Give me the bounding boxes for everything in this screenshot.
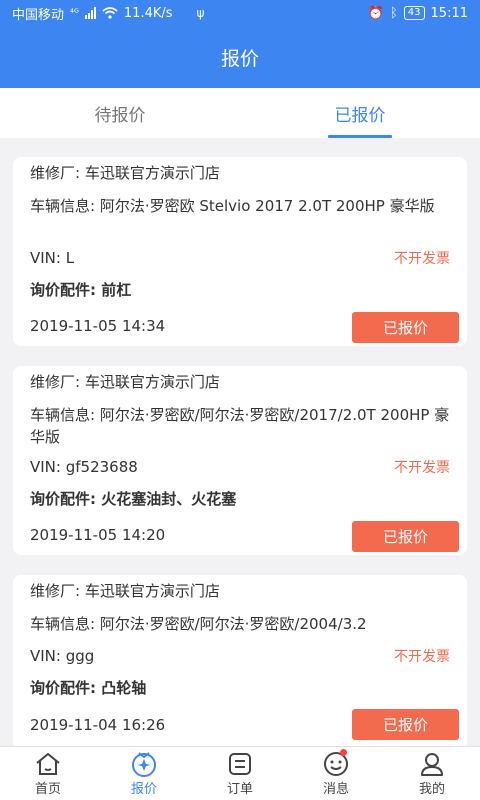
quote-card[interactable]: 维修厂: 车迅联官方演示门店 车辆信息: 阿尔法·罗密欧/阿尔法·罗密欧/201…	[13, 366, 467, 555]
vehicle-info: 车辆信息: 阿尔法·罗密欧/阿尔法·罗密欧/2004/3.2	[30, 615, 367, 633]
invoice-status: 不开发票	[394, 649, 450, 665]
nav-quote-label: 报价	[130, 782, 157, 797]
alarm-icon: ⏰	[367, 5, 384, 21]
clock: 15:11	[430, 5, 468, 21]
vin-number: VIN: L	[30, 249, 75, 267]
home-icon	[34, 750, 62, 778]
network-type: ⁴ᴳ	[70, 7, 79, 19]
vehicle-info: 车辆信息: 阿尔法·罗密欧/阿尔法·罗密欧/2017/2.0T 200HP 豪华…	[30, 406, 450, 446]
nav-message-label: 消息	[322, 782, 349, 797]
vin-number: VIN: ggg	[30, 647, 95, 665]
bottom-nav: 首页 报价 订单 消息 我的	[0, 746, 480, 800]
wifi-icon	[102, 7, 118, 19]
shop-name: 维修厂: 车迅联官方演示门店	[30, 164, 220, 182]
quote-list[interactable]: 维修厂: 车迅联官方演示门店 车辆信息: 阿尔法·罗密欧 Stelvio 201…	[0, 138, 480, 746]
net-speed: 11.4K/s	[123, 5, 173, 21]
nav-home[interactable]: 首页	[0, 747, 96, 800]
inquiry-parts: 询价配件: 凸轮轴	[30, 679, 147, 697]
unread-dot	[340, 749, 347, 756]
inquiry-parts: 询价配件: 前杠	[30, 281, 132, 299]
page-title: 报价	[220, 47, 259, 70]
title-bar: 报价	[0, 26, 480, 88]
nav-profile[interactable]: 我的	[384, 747, 480, 800]
quote-icon	[130, 750, 158, 778]
quoted-button[interactable]: 已报价	[352, 709, 459, 740]
nav-profile-label: 我的	[418, 782, 445, 797]
usb-icon: ψ	[196, 6, 205, 20]
nav-home-label: 首页	[34, 782, 61, 797]
status-bar: 中国移动 ⁴ᴳ 11.4K/s ψ ⏰ ᛒ 43 15:11	[0, 0, 480, 26]
nav-order[interactable]: 订单	[192, 747, 288, 800]
quoted-button[interactable]: 已报价	[352, 312, 459, 343]
inquiry-parts: 询价配件: 火花塞油封、火花塞	[30, 490, 237, 508]
bluetooth-icon: ᛒ	[389, 5, 398, 21]
order-icon	[226, 750, 254, 778]
tab-pending-quote[interactable]: 待报价	[0, 88, 240, 138]
shop-name: 维修厂: 车迅联官方演示门店	[30, 582, 220, 600]
battery-icon: 43	[403, 6, 425, 20]
tab-bar: 待报价 已报价	[0, 88, 480, 138]
nav-order-label: 订单	[226, 782, 253, 797]
nav-quote[interactable]: 报价	[96, 747, 192, 800]
invoice-status: 不开发票	[394, 460, 450, 476]
quote-card[interactable]: 维修厂: 车迅联官方演示门店 车辆信息: 阿尔法·罗密欧 Stelvio 201…	[13, 157, 467, 346]
signal-icon	[84, 7, 96, 19]
vin-number: VIN: gf523688	[30, 458, 138, 476]
quote-card[interactable]: 维修厂: 车迅联官方演示门店 车辆信息: 阿尔法·罗密欧/阿尔法·罗密欧/200…	[13, 575, 467, 746]
invoice-status: 不开发票	[394, 251, 450, 267]
nav-message[interactable]: 消息	[288, 747, 384, 800]
shop-name: 维修厂: 车迅联官方演示门店	[30, 373, 220, 391]
vehicle-info: 车辆信息: 阿尔法·罗密欧 Stelvio 2017 2.0T 200HP 豪华…	[30, 197, 435, 215]
quoted-button[interactable]: 已报价	[352, 521, 459, 552]
tab-quoted[interactable]: 已报价	[240, 88, 480, 138]
profile-icon	[418, 750, 446, 778]
carrier-label: 中国移动	[12, 7, 65, 23]
